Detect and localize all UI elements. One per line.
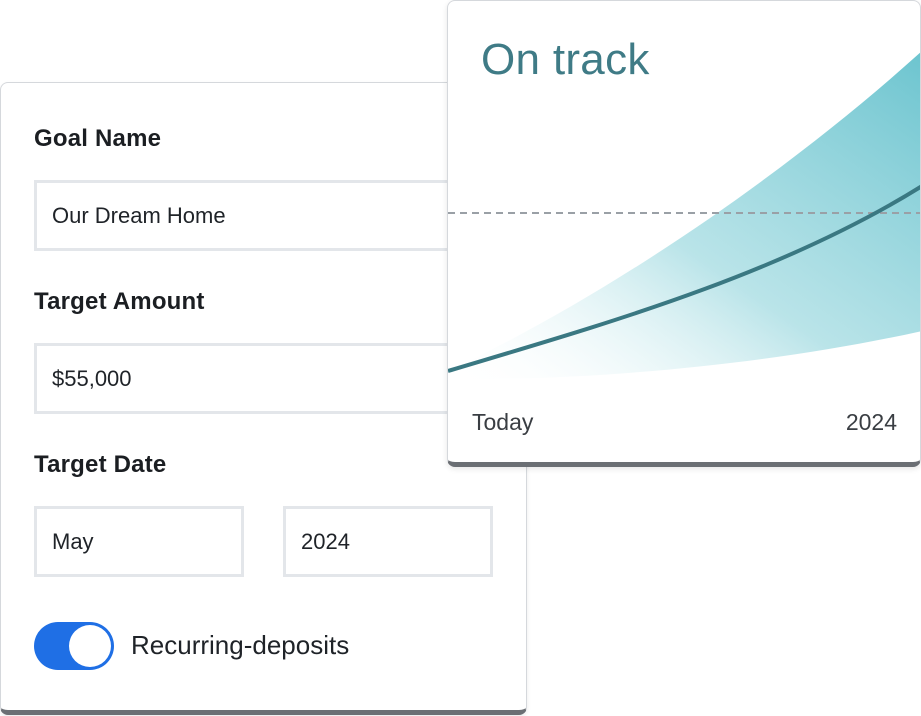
- target-amount-label: Target Amount: [34, 288, 205, 315]
- x-axis-end-label: 2024: [845, 409, 897, 435]
- recurring-deposits-toggle[interactable]: [34, 622, 114, 670]
- target-month-input[interactable]: [34, 506, 244, 577]
- projection-band: [448, 52, 920, 380]
- goal-name-label: Goal Name: [34, 125, 162, 152]
- toggle-knob: [69, 625, 111, 667]
- app-stage: Goal Name Target Amount Target Date Recu…: [0, 0, 921, 716]
- target-year-input[interactable]: [283, 506, 493, 577]
- projection-card: On track Today 2024: [447, 0, 921, 467]
- target-date-label: Target Date: [34, 451, 167, 478]
- goal-name-input[interactable]: [34, 180, 474, 251]
- status-title: On track: [481, 35, 650, 84]
- recurring-deposits-label: Recurring-deposits: [131, 630, 350, 660]
- x-axis-start-label: Today: [472, 409, 534, 435]
- target-amount-input[interactable]: [34, 343, 474, 414]
